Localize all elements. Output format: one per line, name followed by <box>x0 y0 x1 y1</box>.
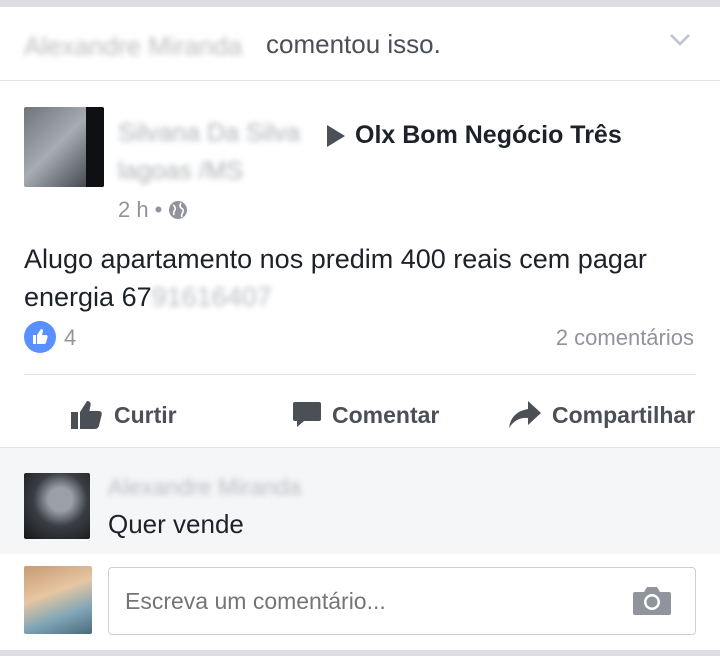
author-name[interactable]: Silvana Da Silva <box>118 119 300 148</box>
bottom-divider <box>0 650 720 656</box>
comments-section: Alexandre Miranda Quer vende <box>0 447 720 651</box>
comments-count[interactable]: 2 comentários <box>556 325 694 351</box>
post-body: Alugo apartamento nos predim 400 reais c… <box>24 240 704 316</box>
notice-actor-name[interactable]: Alexandre Miranda <box>24 31 242 62</box>
commenter-avatar[interactable] <box>24 473 90 539</box>
share-arrow-icon <box>509 401 541 428</box>
top-divider <box>0 0 720 7</box>
chevron-down-icon[interactable] <box>668 29 692 49</box>
author-avatar[interactable] <box>24 107 104 187</box>
share-label: Compartilhar <box>552 401 696 428</box>
share-button[interactable]: Compartilhar <box>508 393 695 437</box>
notice-action-text: comentou isso. <box>266 29 441 59</box>
current-user-avatar <box>24 566 92 634</box>
post-card: Alexandre Miranda comentou isso. Silvana… <box>0 7 720 651</box>
comment-input[interactable] <box>108 567 696 635</box>
group-name[interactable]: Olx Bom Negócio Três <box>355 121 622 150</box>
group-name-continued[interactable]: lagoas /MS <box>118 157 243 186</box>
post-time[interactable]: 2 h <box>118 197 149 223</box>
like-label: Curtir <box>114 401 177 428</box>
post-text: Alugo apartamento nos predim 400 reais c… <box>24 244 647 312</box>
post-meta: 2 h • <box>118 197 188 223</box>
comment-label: Comentar <box>332 401 440 428</box>
comment-button[interactable]: Comentar <box>292 393 439 437</box>
speech-bubble-icon <box>293 402 321 427</box>
globe-icon <box>169 201 188 219</box>
thumbs-up-icon <box>33 329 48 344</box>
like-button[interactable]: Curtir <box>70 393 177 437</box>
camera-icon[interactable] <box>632 585 672 617</box>
comment-text: Quer vende <box>108 509 244 539</box>
like-count[interactable]: 4 <box>64 325 76 351</box>
phone-number-hidden: 91616407 <box>151 282 272 312</box>
meta-separator: • <box>154 197 163 222</box>
like-reaction-icon[interactable] <box>24 321 56 353</box>
divider <box>24 374 696 375</box>
thumbs-up-icon <box>71 401 102 429</box>
activity-notice: Alexandre Miranda comentou isso. <box>0 7 720 81</box>
triangle-right-icon <box>327 125 345 147</box>
commenter-name[interactable]: Alexandre Miranda <box>108 474 301 501</box>
